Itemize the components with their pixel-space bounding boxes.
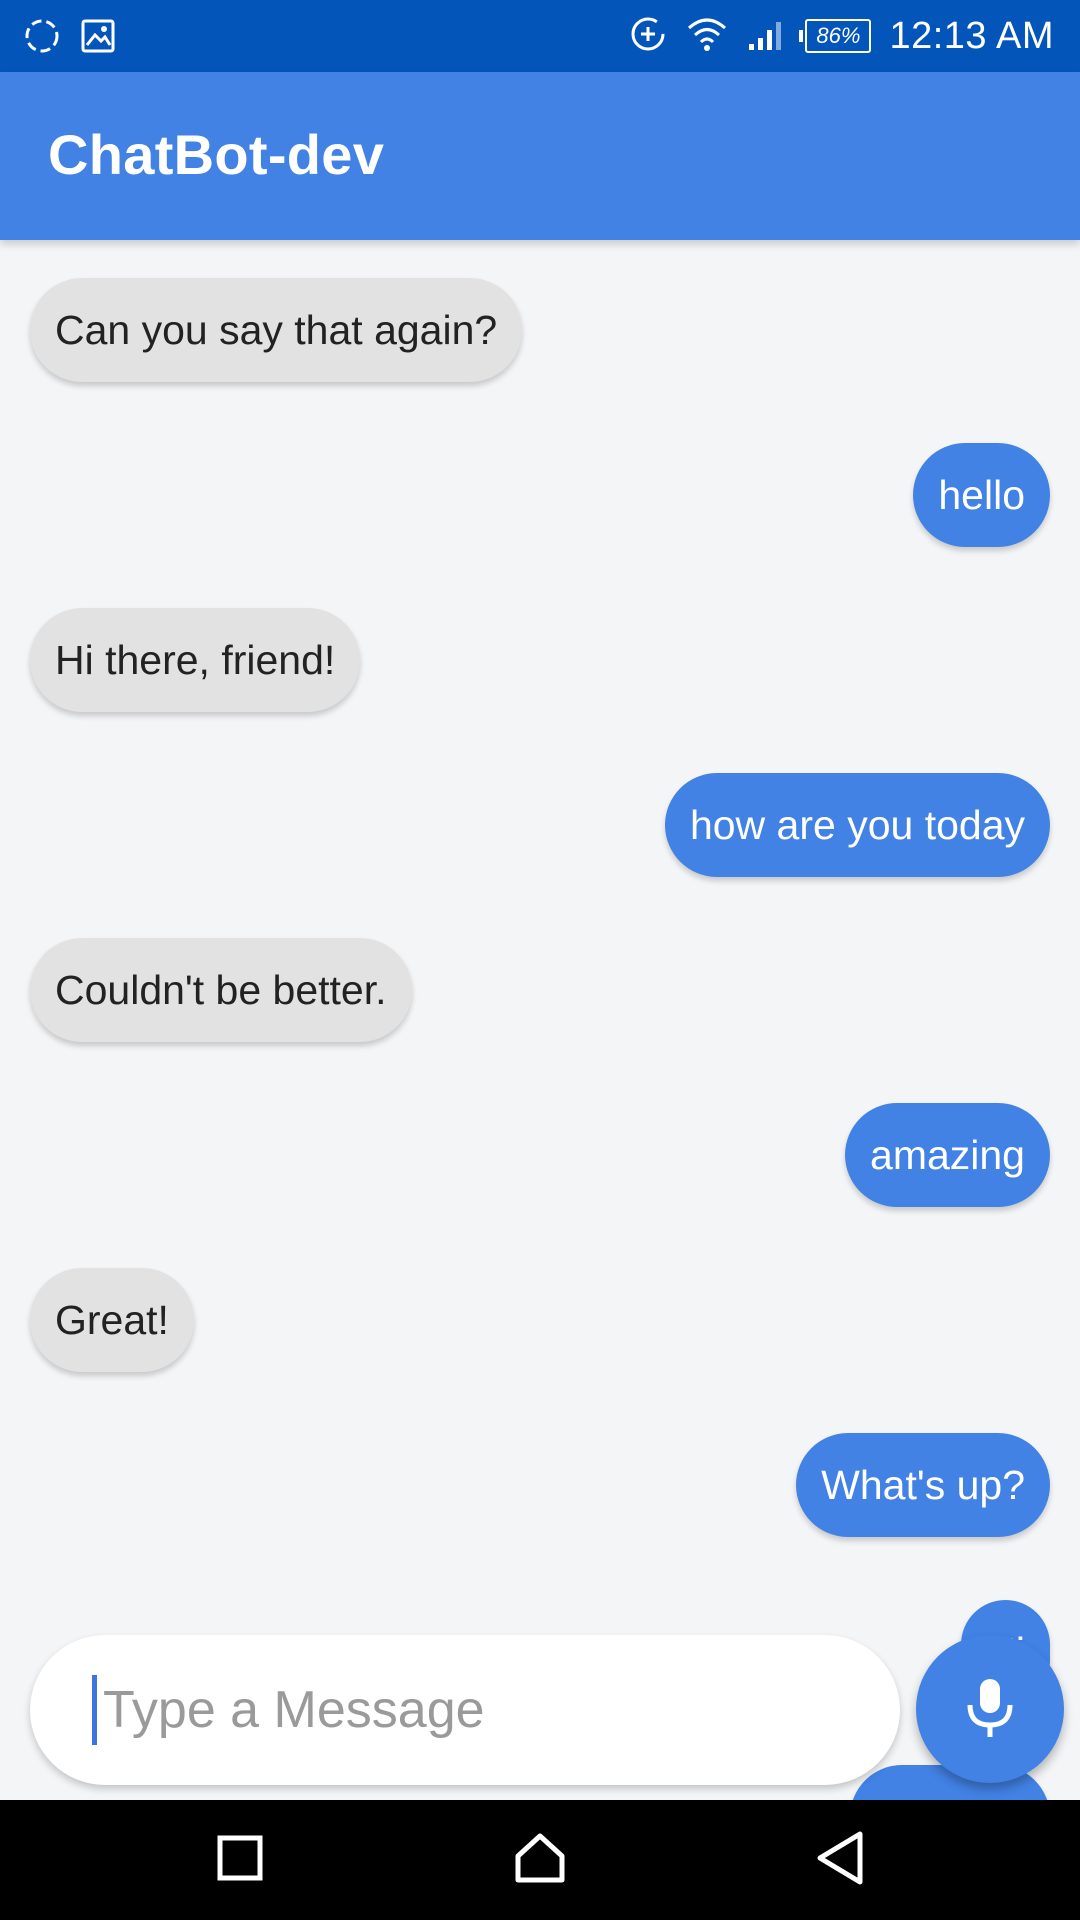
clock: 12:13 AM [889,14,1054,57]
user-message: hello [913,443,1050,547]
data-saver-icon [629,15,667,58]
recents-icon [216,1834,264,1887]
image-icon [80,18,116,59]
message-input[interactable] [92,1675,873,1745]
chat-list[interactable]: Can you say that again? hello Hi there, … [0,240,1080,1800]
user-message: What's up? [796,1433,1050,1537]
battery-level: 86% [816,23,861,48]
message-text: hello [938,471,1025,518]
home-button[interactable] [508,1828,572,1892]
status-bar: 86% 12:13 AM [0,0,1080,72]
message-text: Great! [55,1296,169,1343]
back-icon [814,1830,866,1891]
user-message: how are you today [664,773,1050,877]
message-text: Couldn't be better. [55,966,387,1013]
user-message: amazing [845,1103,1050,1207]
sync-icon [22,16,62,61]
mic-button[interactable] [916,1635,1064,1783]
app-bar: ChatBot-dev [0,72,1080,240]
mic-icon [962,1675,1018,1744]
bot-message: Great! [30,1268,194,1372]
wifi-icon [685,16,729,57]
battery-icon: 86% [799,19,872,53]
message-text: Can you say that again? [55,306,498,353]
nav-bar [0,1800,1080,1920]
back-button[interactable] [808,1828,872,1892]
message-composer [30,1635,900,1785]
bot-message: Hi there, friend! [30,608,361,712]
status-right-icons: 86% 12:13 AM [629,0,1054,72]
bot-message: Can you say that again? [30,278,523,382]
message-text: What's up? [821,1461,1025,1508]
page-title: ChatBot-dev [48,123,385,186]
signal-icon [747,16,787,57]
bot-message: Couldn't be better. [30,938,412,1042]
message-text: how are you today [689,801,1025,848]
message-text: amazing [870,1131,1025,1178]
message-text: Hi there, friend! [55,636,336,683]
home-icon [514,1832,566,1889]
recents-button[interactable] [208,1828,272,1892]
status-left-icons [22,16,116,61]
